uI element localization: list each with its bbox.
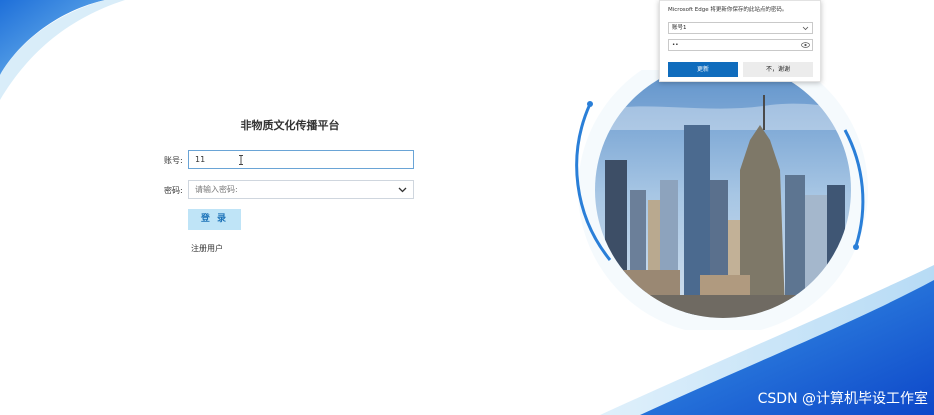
edge-popup-message: Microsoft Edge 将更新你保存的此站点的密码。 bbox=[668, 7, 788, 13]
edge-account-select[interactable]: 账号1 bbox=[668, 22, 813, 34]
edge-password-popup: Microsoft Edge 将更新你保存的此站点的密码。 账号1 •• 更新 … bbox=[659, 0, 821, 82]
password-input[interactable]: 请输入密码: bbox=[188, 180, 414, 199]
password-placeholder: 请输入密码: bbox=[195, 185, 238, 194]
show-password-eye-icon[interactable] bbox=[801, 42, 810, 48]
edge-password-value: •• bbox=[672, 42, 679, 48]
edge-no-thanks-button[interactable]: 不，谢谢 bbox=[743, 62, 813, 77]
edge-update-button[interactable]: 更新 bbox=[668, 62, 738, 77]
chevron-down-icon bbox=[802, 26, 809, 31]
text-cursor-icon bbox=[239, 155, 243, 165]
csdn-watermark: CSDN @计算机毕设工作室 bbox=[757, 391, 928, 407]
edge-password-field[interactable]: •• bbox=[668, 39, 813, 51]
login-button[interactable]: 登 录 bbox=[188, 209, 241, 230]
chevron-down-icon[interactable] bbox=[398, 187, 407, 193]
account-label: 账号: bbox=[164, 156, 183, 165]
page-title: 非物质文化传播平台 bbox=[240, 119, 340, 132]
city-image-illustration bbox=[575, 70, 868, 330]
password-label: 密码: bbox=[164, 186, 183, 195]
account-input[interactable]: 11 bbox=[188, 150, 414, 169]
register-link[interactable]: 注册用户 bbox=[191, 243, 223, 254]
edge-account-value: 账号1 bbox=[672, 25, 687, 31]
